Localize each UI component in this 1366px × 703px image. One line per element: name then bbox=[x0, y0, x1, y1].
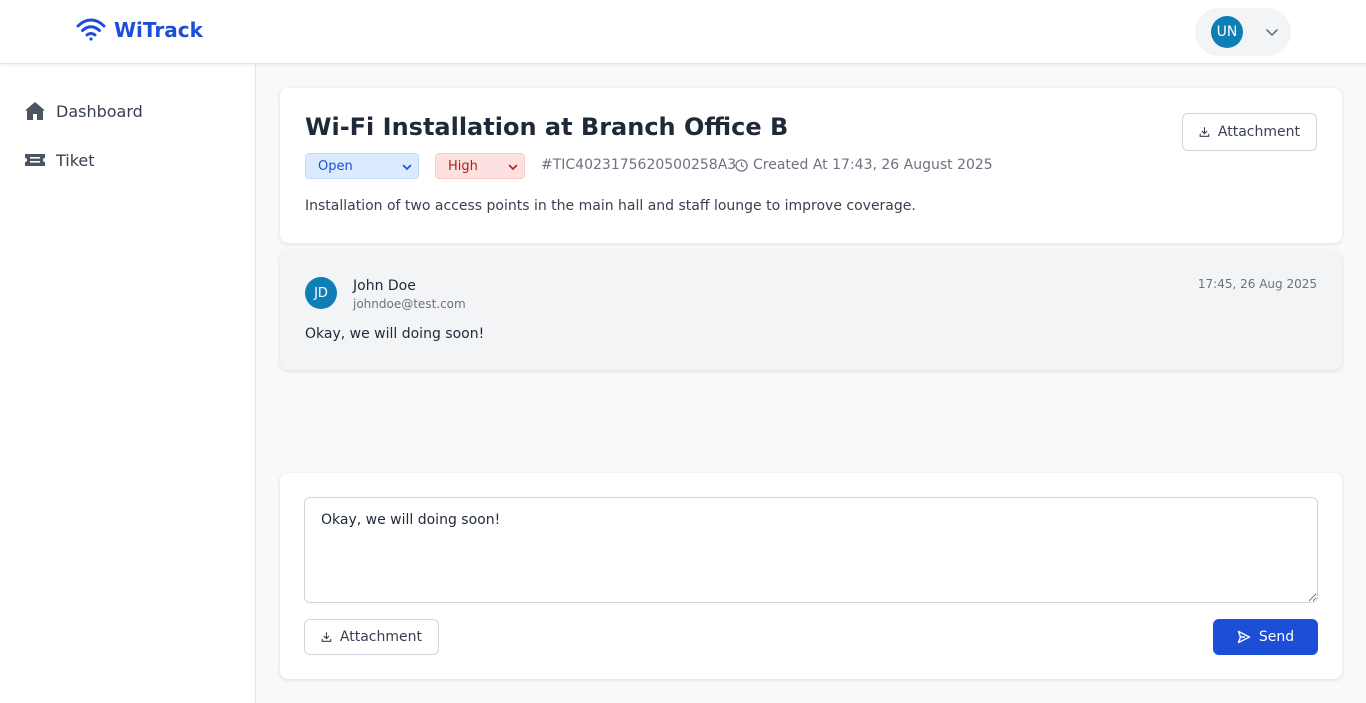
reply-attachment-button[interactable]: Attachment bbox=[304, 619, 439, 655]
download-icon bbox=[321, 632, 332, 642]
clock-icon bbox=[735, 158, 748, 172]
ticket-attachment-button[interactable]: Attachment bbox=[1182, 113, 1317, 151]
created-at: Created At 17:43, 26 August 2025 bbox=[735, 157, 993, 173]
send-button[interactable]: Send bbox=[1213, 619, 1318, 655]
ticket-id: #TIC4023175620500258A3 bbox=[541, 157, 737, 173]
commenter-name: John Doe bbox=[353, 278, 416, 294]
comment-time: 17:45, 26 Aug 2025 bbox=[1197, 277, 1317, 291]
ticket-description: Installation of two access points in the… bbox=[305, 198, 916, 214]
ticket-card: Wi-Fi Installation at Branch Office B Op… bbox=[280, 88, 1342, 243]
main-content: Wi-Fi Installation at Branch Office B Op… bbox=[256, 64, 1366, 703]
sidebar: Dashboard Tiket bbox=[0, 64, 256, 703]
app-name: WiTrack bbox=[114, 18, 203, 42]
chevron-down-icon bbox=[508, 164, 518, 171]
comment-item: JD John Doe johndoe@test.com 17:45, 26 A… bbox=[280, 251, 1342, 370]
chevron-down-icon bbox=[402, 164, 412, 171]
ticket-title: Wi-Fi Installation at Branch Office B bbox=[305, 113, 789, 141]
user-menu[interactable]: UN bbox=[1195, 8, 1291, 56]
send-label: Send bbox=[1258, 629, 1295, 645]
sidebar-item-tiket[interactable]: Tiket bbox=[24, 149, 95, 171]
app-logo[interactable]: WiTrack bbox=[76, 18, 203, 42]
comment-text: Okay, we will doing soon! bbox=[305, 326, 485, 342]
commenter-avatar: JD bbox=[305, 277, 337, 309]
status-select[interactable]: Open bbox=[305, 153, 419, 179]
sidebar-item-label: Tiket bbox=[56, 150, 95, 170]
reply-card: Okay, we will doing soon! Attachment Sen… bbox=[280, 473, 1342, 679]
download-icon bbox=[1199, 127, 1210, 137]
top-header: WiTrack UN bbox=[0, 0, 1366, 64]
reply-input[interactable]: Okay, we will doing soon! bbox=[304, 497, 1318, 603]
sidebar-item-dashboard[interactable]: Dashboard bbox=[24, 100, 143, 122]
priority-value: High bbox=[448, 158, 478, 174]
attachment-label: Attachment bbox=[1217, 124, 1300, 140]
ticket-icon bbox=[25, 154, 45, 166]
priority-select[interactable]: High bbox=[435, 153, 525, 179]
send-icon bbox=[1237, 630, 1251, 644]
wifi-icon bbox=[76, 18, 106, 41]
created-at-text: Created At 17:43, 26 August 2025 bbox=[753, 157, 993, 173]
commenter-email: johndoe@test.com bbox=[353, 297, 466, 311]
status-value: Open bbox=[318, 158, 353, 174]
sidebar-item-label: Dashboard bbox=[56, 101, 143, 121]
home-icon bbox=[25, 102, 45, 120]
user-avatar: UN bbox=[1211, 16, 1243, 48]
attachment-label: Attachment bbox=[339, 629, 422, 645]
chevron-down-icon bbox=[1266, 29, 1278, 37]
